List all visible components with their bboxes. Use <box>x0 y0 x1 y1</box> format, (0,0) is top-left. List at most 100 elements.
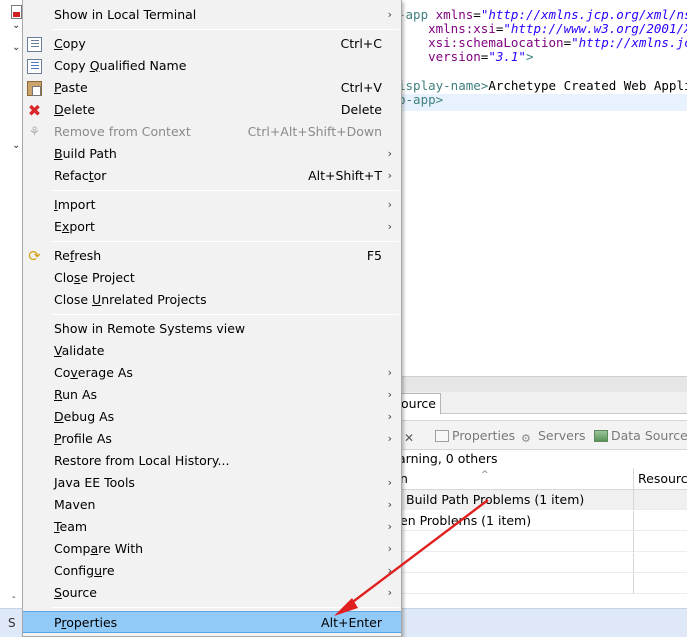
close-icon[interactable]: ✕ <box>404 427 421 445</box>
menu-item-label: Copy Qualified Name <box>54 58 187 73</box>
xml-file-icon <box>11 5 22 19</box>
menu-item-configure[interactable]: Configure › <box>23 560 401 582</box>
menu-item-label: Paste <box>54 80 88 95</box>
menu-item-java-ee-tools[interactable]: Java EE Tools › <box>23 472 401 494</box>
submenu-arrow-icon: › <box>387 198 392 211</box>
menu-item-restore-from-local-history[interactable]: Restore from Local History... <box>23 450 401 472</box>
menu-item-label: Properties <box>54 615 118 630</box>
refresh-icon: ⟳ <box>28 247 41 265</box>
menu-item-label: Run As <box>54 387 98 402</box>
menu-item-copy-qualified-name[interactable]: Copy Qualified Name <box>23 55 401 77</box>
menu-item-label: Validate <box>54 343 105 358</box>
tab-source[interactable]: ource <box>398 393 441 414</box>
submenu-arrow-icon: › <box>387 520 392 533</box>
problems-summary: arning, 0 others <box>398 450 687 468</box>
menu-item-label: Close Project <box>54 270 135 285</box>
menu-item-delete[interactable]: ✖ Delete Delete <box>23 99 401 121</box>
table-row <box>398 553 687 573</box>
menu-item-shortcut: Alt+Enter <box>321 615 382 630</box>
table-row[interactable]: Build Path Problems (1 item) <box>398 490 687 510</box>
menu-item-label: Import <box>54 197 96 212</box>
menu-item-shortcut: Ctrl+C <box>340 36 382 51</box>
menu-item-label: Close Unrelated Projects <box>54 292 207 307</box>
tab-data-source[interactable]: Data Source <box>594 427 687 445</box>
menu-item-maven[interactable]: Maven › <box>23 494 401 516</box>
problems-table-header: ^ n Resourc <box>398 468 687 490</box>
tab-properties[interactable]: Properties <box>435 427 515 445</box>
menu-item-label: Refactor <box>54 168 107 183</box>
menu-item-compare-with[interactable]: Compare With › <box>23 538 401 560</box>
submenu-arrow-icon: › <box>387 564 392 577</box>
menu-item-label: Source <box>54 585 97 600</box>
menu-item-label: Remove from Context <box>54 124 191 139</box>
menu-item-shortcut: Ctrl+V <box>340 80 382 95</box>
menu-item-close-unrelated-projects[interactable]: Close Unrelated Projects <box>23 289 401 311</box>
menu-item-copy[interactable]: Copy Ctrl+C <box>23 33 401 55</box>
menu-item-label: Copy <box>54 36 86 51</box>
data-source-icon <box>594 430 608 442</box>
copy-icon <box>27 37 42 52</box>
submenu-arrow-icon: › <box>387 586 392 599</box>
submenu-arrow-icon: › <box>387 8 392 21</box>
menu-item-label: Configure <box>54 563 115 578</box>
column-resource[interactable]: Resourc <box>638 468 687 490</box>
menu-item-coverage-as[interactable]: Coverage As › <box>23 362 401 384</box>
menu-item-show-in-local-terminal[interactable]: Show in Local Terminal › <box>23 4 401 26</box>
menu-item-source[interactable]: Source › <box>23 582 401 604</box>
menu-item-build-path[interactable]: Build Path › <box>23 143 401 165</box>
delete-icon: ✖ <box>27 101 42 120</box>
menu-item-label: Build Path <box>54 146 117 161</box>
menu-item-team[interactable]: Team › <box>23 516 401 538</box>
paste-icon <box>27 81 42 96</box>
menu-item-label: Delete <box>54 102 96 117</box>
editor-horizontal-scrollbar[interactable] <box>398 376 687 392</box>
submenu-arrow-icon: › <box>387 476 392 489</box>
menu-item-run-as[interactable]: Run As › <box>23 384 401 406</box>
menu-item-close-project[interactable]: Close Project <box>23 267 401 289</box>
menu-item-label: Maven <box>54 497 96 512</box>
menu-item-label: Show in Local Terminal <box>54 7 197 22</box>
submenu-arrow-icon: › <box>387 432 392 445</box>
remove-context-icon: ⚘ <box>28 125 41 140</box>
views-tab-bar: ✕ Properties ⚙ Servers Data Source <box>398 420 687 450</box>
menu-item-properties[interactable]: Properties Alt+Enter <box>23 611 401 633</box>
menu-item-profile-as[interactable]: Profile As › <box>23 428 401 450</box>
menu-item-label: Export <box>54 219 95 234</box>
column-description[interactable]: ^ n <box>398 468 634 490</box>
menu-item-label: Java EE Tools <box>54 475 135 490</box>
menu-item-shortcut: Alt+Shift+T <box>308 168 382 183</box>
submenu-arrow-icon: › <box>387 498 392 511</box>
menu-item-refresh[interactable]: ⟳ Refresh F5 <box>23 245 401 267</box>
status-text: S <box>8 616 16 630</box>
menu-separator <box>51 314 399 315</box>
menu-item-validate[interactable]: Validate <box>23 340 401 362</box>
tree-marker: - <box>12 592 16 603</box>
chevron-down-icon[interactable]: ⌄ <box>12 140 20 151</box>
menu-item-debug-as[interactable]: Debug As › <box>23 406 401 428</box>
menu-item-refactor[interactable]: Refactor Alt+Shift+T › <box>23 165 401 187</box>
menu-item-import[interactable]: Import › <box>23 194 401 216</box>
submenu-arrow-icon: › <box>387 147 392 160</box>
chevron-down-icon[interactable]: ⌄ <box>12 42 20 53</box>
code-line: version="3.1"> <box>428 49 534 65</box>
menu-item-label: Restore from Local History... <box>54 453 230 468</box>
submenu-arrow-icon: › <box>387 366 392 379</box>
servers-icon: ⚙ <box>521 432 531 445</box>
submenu-arrow-icon: › <box>387 542 392 555</box>
xml-editor[interactable]: -app xmlns="http://xmlns.jcp.org/xml/ns/… <box>398 0 687 376</box>
table-row[interactable]: en Problems (1 item) <box>398 511 687 531</box>
menu-item-shortcut: Delete <box>340 102 382 117</box>
submenu-arrow-icon: › <box>387 169 392 182</box>
table-row <box>398 574 687 594</box>
copy-qualified-name-icon <box>27 59 42 74</box>
menu-item-export[interactable]: Export › <box>23 216 401 238</box>
chevron-down-icon[interactable]: ⌄ <box>12 20 20 31</box>
menu-item-label: Compare With <box>54 541 144 556</box>
menu-item-paste[interactable]: Paste Ctrl+V <box>23 77 401 99</box>
context-menu: Show in Local Terminal › Copy Ctrl+C Copy Qu… <box>22 0 402 637</box>
menu-item-show-in-remote-systems-view[interactable]: Show in Remote Systems view <box>23 318 401 340</box>
menu-item-label: Refresh <box>54 248 102 263</box>
submenu-arrow-icon: › <box>387 220 392 233</box>
menu-separator <box>51 29 399 30</box>
tab-servers[interactable]: ⚙ Servers <box>521 427 586 445</box>
